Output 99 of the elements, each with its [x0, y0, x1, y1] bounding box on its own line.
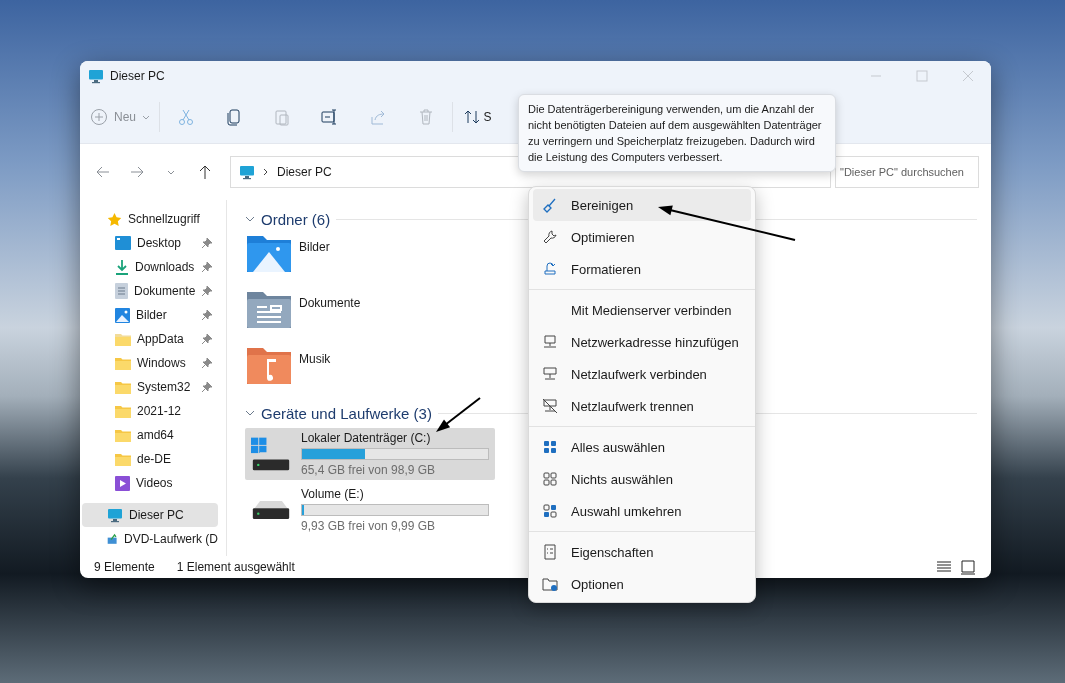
drive-tile[interactable]: Lokaler Datenträger (C:) 65,4 GB frei von 98,9 GB [245, 428, 495, 480]
sidebar-item[interactable]: Dieser PC [82, 503, 218, 527]
section-title: Geräte und Laufwerke (3) [261, 404, 432, 422]
search-field[interactable]: "Dieser PC" durchsuchen [835, 156, 979, 188]
drive-name: Volume (E:) [301, 487, 365, 501]
chevron-down-icon[interactable] [245, 408, 255, 418]
menu-item[interactable]: Optimieren [533, 221, 751, 253]
share-icon [369, 108, 387, 126]
folder-icon [115, 452, 131, 466]
sidebar-item[interactable]: DVD-Laufwerk (D [82, 527, 218, 551]
sidebar-item[interactable]: Windows [82, 351, 218, 375]
format-drive-icon [542, 261, 558, 277]
picture-icon [115, 307, 130, 323]
drive-tile[interactable]: Volume (E:) 9,93 GB frei von 9,99 GB [245, 484, 495, 536]
invert-selection-icon [542, 503, 558, 519]
folder-icon [115, 356, 131, 370]
copy-icon [225, 108, 243, 126]
tile-icon [959, 558, 977, 576]
picture-folder-icon [247, 234, 291, 272]
chevron-down-icon[interactable] [245, 214, 255, 224]
plus-icon [90, 108, 108, 126]
star-icon [107, 211, 122, 227]
window-title: Dieser PC [110, 69, 165, 83]
clipboard-icon [273, 108, 291, 126]
free-space-text: 9,93 GB frei von 9,99 GB [301, 519, 437, 533]
network-drive-crossed-icon [542, 398, 558, 414]
document-folder-icon [247, 290, 291, 328]
pin-icon [202, 238, 212, 248]
maximize-icon [913, 67, 931, 85]
folder-icon [115, 380, 131, 394]
computer-icon [239, 164, 255, 180]
caret-icon [142, 114, 150, 120]
sidebar-item[interactable]: amd64 [82, 423, 218, 447]
pin-icon [202, 358, 212, 368]
item-count: 9 Elemente [94, 560, 155, 574]
folder-item[interactable]: Bilder [245, 234, 497, 290]
select-all-icon [542, 439, 558, 455]
menu-item[interactable]: Eigenschaften [533, 536, 751, 568]
sidebar-item[interactable]: Videos [82, 471, 218, 495]
pin-icon [202, 310, 212, 320]
menu-item[interactable]: Bereinigen [533, 189, 751, 221]
sidebar-item[interactable]: 2021-12 [82, 399, 218, 423]
folder-icon [115, 332, 131, 346]
sidebar-item[interactable]: Downloads [82, 255, 218, 279]
menu-item[interactable]: Nichts auswählen [533, 463, 751, 495]
sidebar-item[interactable]: Dokumente [82, 279, 218, 303]
wrench-icon [542, 229, 558, 245]
network-drive-icon [542, 366, 558, 382]
disc-drive-icon [107, 531, 118, 547]
pin-icon [202, 286, 212, 296]
music-folder-icon [247, 346, 291, 384]
properties-icon [542, 544, 558, 560]
menu-item[interactable]: Alles auswählen [533, 431, 751, 463]
tooltip: Die Datenträgerbereinigung verwenden, um die Anzahl der nicht benötigten Dateien auf dem ausgewählten Datenträger zu verringern und Speicherplatz freizugeben. Dadurch wird die Leistung des Computers verbessert. [518, 94, 836, 172]
system-drive-icon [251, 436, 291, 472]
address-text: Dieser PC [277, 165, 332, 179]
menu-item[interactable]: Optionen [533, 568, 751, 600]
desktop-icon [115, 236, 131, 250]
menu-item[interactable]: Mit Medienserver verbinden [533, 294, 751, 326]
sidebar-item[interactable]: Bilder [82, 303, 218, 327]
folder-gear-icon [542, 576, 558, 592]
folder-item[interactable]: Musik [245, 346, 497, 402]
menu-item[interactable]: Formatieren [533, 253, 751, 285]
computer-icon [88, 68, 104, 84]
select-none-icon [542, 471, 558, 487]
sort-icon [462, 108, 481, 126]
sidebar-item[interactable]: Desktop [82, 231, 218, 255]
document-icon [115, 283, 128, 299]
broom-icon [542, 197, 558, 213]
drive-icon [251, 499, 291, 521]
sidebar-item[interactable]: AppData [82, 327, 218, 351]
sidebar-item[interactable]: Schnellzugriff [82, 207, 218, 231]
rename-icon [321, 108, 339, 126]
download-icon [115, 259, 129, 275]
menu-item[interactable]: Netzwerkadresse hinzufügen [533, 326, 751, 358]
folder-icon [115, 428, 131, 442]
pin-icon [202, 262, 212, 272]
sidebar-item[interactable]: System32 [82, 375, 218, 399]
selection-count: 1 Element ausgewählt [176, 560, 295, 574]
sort-button[interactable]: S [456, 99, 502, 135]
scissors-icon [177, 108, 195, 126]
network-monitor-icon [542, 334, 558, 350]
menu-item[interactable]: Netzlaufwerk trennen [533, 390, 751, 422]
computer-icon [107, 507, 123, 523]
caret-icon [167, 169, 175, 175]
video-icon [115, 475, 130, 491]
pin-icon [202, 382, 212, 392]
folder-icon [115, 404, 131, 418]
sidebar-item[interactable]: de-DE [82, 447, 218, 471]
pin-icon [202, 334, 212, 344]
drive-name: Lokaler Datenträger (C:) [301, 431, 432, 445]
section-title: Ordner (6) [261, 210, 331, 228]
menu-item[interactable]: Netzlaufwerk verbinden [533, 358, 751, 390]
free-space-text: 65,4 GB frei von 98,9 GB [301, 463, 437, 477]
menu-item[interactable]: Auswahl umkehren [533, 495, 751, 527]
tiles-view-button[interactable] [959, 558, 977, 576]
chevron-right-icon [263, 168, 269, 176]
trash-icon [417, 108, 435, 126]
folder-item[interactable]: Dokumente [245, 290, 497, 346]
